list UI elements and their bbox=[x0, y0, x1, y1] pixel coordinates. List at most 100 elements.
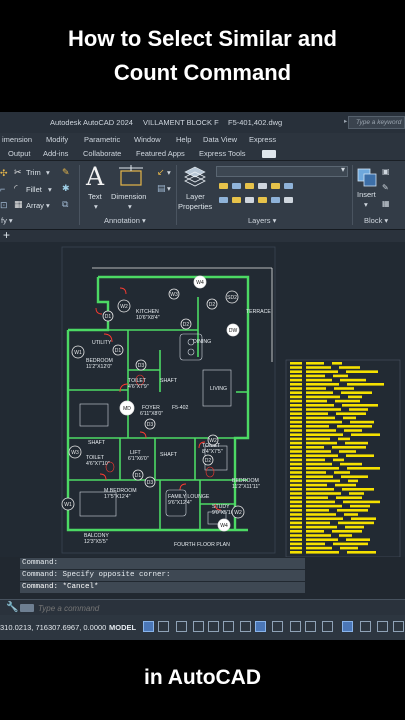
layer-lock-icon[interactable] bbox=[245, 183, 254, 189]
file-name: F5-401,402.dwg bbox=[228, 118, 283, 127]
panel-layers-title[interactable]: Layers ▾ bbox=[248, 216, 276, 225]
panel-annotation-title[interactable]: Annotation ▾ bbox=[104, 216, 146, 225]
plan-label: 9'6"X12'4" bbox=[168, 500, 192, 506]
fillet-button[interactable]: Fillet bbox=[26, 185, 42, 194]
layer-thaw-icon[interactable] bbox=[245, 197, 254, 203]
dynamic-input-icon[interactable] bbox=[193, 621, 204, 632]
project-name: VILLAMENT BLOCK F bbox=[143, 118, 219, 127]
layer-isolate-icon[interactable] bbox=[258, 183, 267, 189]
new-tab-icon[interactable]: + bbox=[3, 228, 10, 242]
layer-match-icon[interactable] bbox=[271, 183, 280, 189]
layer-dropdown[interactable] bbox=[216, 165, 348, 177]
schedule-cell bbox=[306, 458, 325, 462]
snap-mode-icon[interactable] bbox=[158, 621, 169, 632]
units-icon[interactable] bbox=[360, 621, 371, 632]
array-icon[interactable]: ▦ bbox=[14, 199, 23, 210]
keyword-search-input[interactable]: ▸ Type a keyword bbox=[344, 116, 405, 129]
command-input[interactable] bbox=[38, 602, 398, 614]
annotation-monitor-icon[interactable] bbox=[342, 621, 353, 632]
layer-properties-label-2[interactable]: Properties bbox=[178, 202, 212, 211]
selection-cycling-icon[interactable] bbox=[322, 621, 333, 632]
layer-on-icon[interactable] bbox=[219, 183, 228, 189]
schedule-cell bbox=[306, 408, 341, 411]
stretch-icon[interactable]: ⌐ bbox=[0, 184, 5, 194]
lineweight-icon[interactable] bbox=[290, 621, 301, 632]
layer-merge-icon[interactable] bbox=[271, 197, 280, 203]
menu-help[interactable]: Help bbox=[176, 135, 191, 144]
insert-dropdown-icon[interactable]: ▾ bbox=[364, 200, 368, 209]
fillet-icon[interactable]: ◜ bbox=[14, 183, 18, 194]
erase-icon[interactable]: ✎ bbox=[62, 167, 70, 178]
text-button[interactable]: Text bbox=[88, 192, 102, 201]
tab-overflow-icon[interactable] bbox=[262, 150, 276, 158]
infer-constraints-icon[interactable] bbox=[176, 621, 187, 632]
layer-properties-label-1[interactable]: Layer bbox=[186, 192, 205, 201]
text-dropdown-icon[interactable]: ▾ bbox=[94, 202, 98, 211]
schedule-cell bbox=[334, 387, 354, 390]
layer-freeze-icon[interactable] bbox=[232, 183, 241, 189]
move-icon[interactable]: ✣ bbox=[0, 168, 8, 179]
layer-walk-icon[interactable] bbox=[219, 197, 228, 203]
array-dropdown-icon[interactable]: ▾ bbox=[46, 201, 50, 210]
schedule-cell bbox=[306, 488, 334, 491]
transparency-icon[interactable] bbox=[305, 621, 316, 632]
layer-off-icon[interactable] bbox=[232, 197, 241, 203]
menu-data-view[interactable]: Data View bbox=[203, 135, 237, 144]
dimension-icon[interactable] bbox=[117, 165, 147, 189]
insert-button[interactable]: Insert bbox=[357, 190, 376, 199]
panel-modify-title[interactable]: fy ▾ bbox=[1, 216, 13, 225]
fillet-dropdown-icon[interactable]: ▾ bbox=[48, 185, 52, 194]
dimension-dropdown-icon[interactable]: ▾ bbox=[128, 202, 132, 211]
drawing-canvas[interactable]: KITCHEN 10'6"X8'4" UTILITY TERRACE DININ… bbox=[0, 242, 405, 557]
tab-output[interactable]: Output bbox=[8, 149, 31, 158]
tab-collaborate[interactable]: Collaborate bbox=[83, 149, 121, 158]
panel-block-title[interactable]: Block ▾ bbox=[364, 216, 388, 225]
model-space-button[interactable]: MODEL bbox=[109, 623, 136, 632]
schedule-cell bbox=[290, 479, 302, 483]
layer-properties-icon[interactable] bbox=[184, 165, 206, 187]
menu-window[interactable]: Window bbox=[134, 135, 161, 144]
object-snap-icon[interactable] bbox=[272, 621, 283, 632]
grid-icon[interactable] bbox=[143, 621, 154, 632]
ortho-icon[interactable] bbox=[208, 621, 219, 632]
menu-modify[interactable]: Modify bbox=[46, 135, 68, 144]
plan-label: UTILITY bbox=[92, 340, 112, 346]
layer-previous-icon[interactable] bbox=[284, 183, 293, 189]
insert-block-icon[interactable] bbox=[356, 165, 378, 189]
command-prompt-icon[interactable] bbox=[20, 604, 34, 612]
scale-icon[interactable]: ⊡ bbox=[0, 200, 8, 211]
text-icon[interactable]: A bbox=[86, 162, 104, 191]
tab-add-ins[interactable]: Add-ins bbox=[43, 149, 68, 158]
menu-dimension[interactable]: imension bbox=[2, 135, 32, 144]
customization-icon[interactable] bbox=[393, 621, 404, 632]
table-icon[interactable]: ▤ bbox=[157, 183, 166, 194]
document-tab-strip: + bbox=[0, 228, 405, 242]
object-snap-tracking-icon[interactable] bbox=[255, 621, 266, 632]
trim-button[interactable]: Trim bbox=[26, 168, 41, 177]
leader-icon[interactable]: ↙ bbox=[157, 167, 165, 178]
quick-properties-icon[interactable] bbox=[377, 621, 388, 632]
offset-icon[interactable]: ⧉ bbox=[62, 199, 68, 210]
customize-icon[interactable]: 🔧 bbox=[6, 602, 18, 613]
block-attribute-icon[interactable]: ▦ bbox=[382, 199, 390, 208]
tag-text: D3 bbox=[147, 480, 154, 486]
table-dropdown-icon[interactable]: ▾ bbox=[167, 184, 171, 193]
edit-block-icon[interactable]: ✎ bbox=[382, 183, 389, 192]
dimension-button[interactable]: Dimension bbox=[111, 192, 146, 201]
leader-dropdown-icon[interactable]: ▾ bbox=[167, 168, 171, 177]
tab-featured-apps[interactable]: Featured Apps bbox=[136, 149, 185, 158]
layer-unlock-icon[interactable] bbox=[258, 197, 267, 203]
isodraft-icon[interactable] bbox=[240, 621, 251, 632]
trim-dropdown-icon[interactable]: ▾ bbox=[46, 168, 50, 177]
array-button[interactable]: Array bbox=[26, 201, 44, 210]
menu-express[interactable]: Express bbox=[249, 135, 276, 144]
menu-parametric[interactable]: Parametric bbox=[84, 135, 120, 144]
layer-delete-icon[interactable] bbox=[284, 197, 293, 203]
tab-express-tools[interactable]: Express Tools bbox=[199, 149, 246, 158]
tag-marker: D1 bbox=[132, 469, 144, 481]
polar-icon[interactable] bbox=[223, 621, 234, 632]
trim-icon[interactable]: ✂ bbox=[14, 167, 22, 178]
create-block-icon[interactable]: ▣ bbox=[382, 167, 390, 176]
schedule-cell bbox=[290, 517, 302, 520]
explode-icon[interactable]: ✱ bbox=[62, 183, 70, 194]
